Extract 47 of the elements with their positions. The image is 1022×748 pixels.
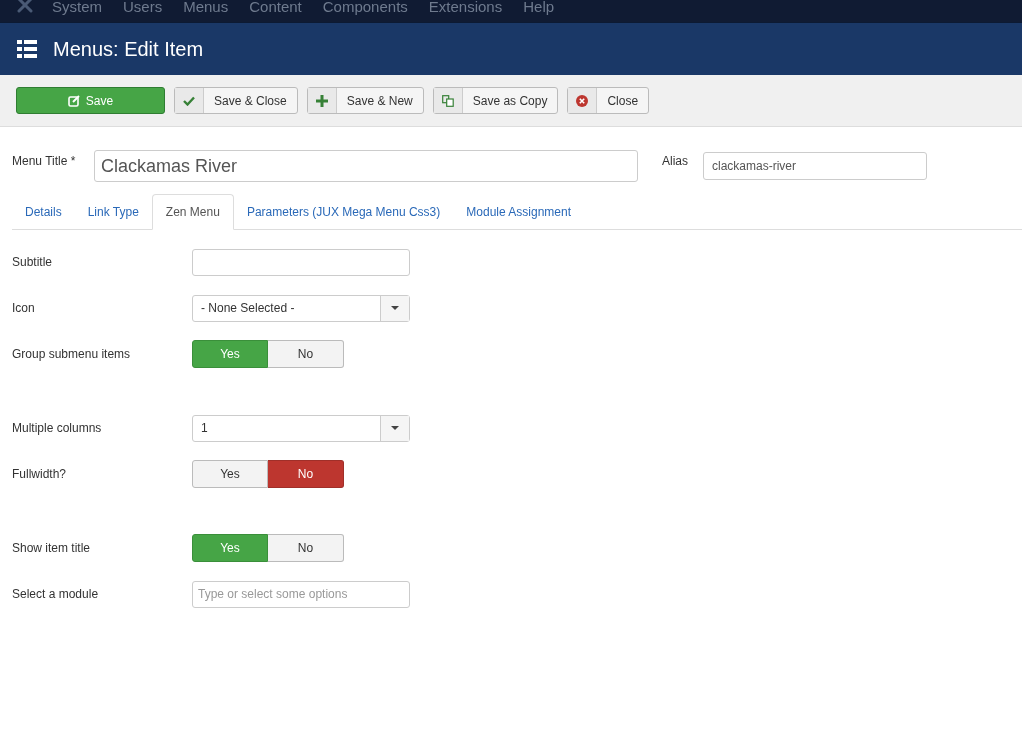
toolbar-button[interactable]: Close	[567, 87, 650, 114]
field-label: Alias	[662, 154, 689, 168]
field-label: Show item title	[12, 541, 92, 555]
page-title: Menus: Edit Item	[53, 37, 204, 61]
field-label: Select a module	[12, 587, 100, 601]
menu-item[interactable]: Content	[249, 0, 302, 14]
toggle-option[interactable]: Yes	[192, 340, 268, 368]
menu-item[interactable]: System	[52, 0, 102, 14]
menu-item[interactable]: Menus	[183, 0, 229, 14]
tab[interactable]: Link Type	[74, 195, 152, 229]
caret-icon	[391, 306, 399, 310]
caret-icon	[391, 426, 399, 430]
menu-item[interactable]: Help	[523, 0, 555, 14]
toggle-option[interactable]: No	[268, 340, 344, 368]
list-icon	[17, 40, 37, 58]
toggle-option[interactable]: Yes	[192, 460, 268, 488]
close-icon	[576, 94, 589, 107]
tab[interactable]: Parameters (JUX Mega Menu Css3)	[233, 195, 454, 229]
text-field[interactable]	[192, 248, 410, 276]
menu-item[interactable]: Extensions	[428, 0, 503, 14]
copy-icon	[441, 94, 454, 107]
select-dropdown[interactable]: 1	[192, 414, 410, 442]
field-label: Multiple columns	[12, 421, 103, 435]
toggle-option[interactable]: Yes	[192, 534, 268, 562]
tab[interactable]: Module Assignment	[453, 195, 584, 229]
toolbar-button[interactable]: Save & Close	[174, 87, 298, 114]
plus-icon	[315, 94, 328, 107]
field-label: Icon	[12, 301, 36, 315]
menu-title-field[interactable]: Clackamas River	[94, 150, 638, 182]
check-icon	[183, 95, 195, 106]
field-label: Group submenu items	[12, 347, 132, 361]
text-field[interactable]: Type or select some options	[192, 580, 410, 608]
toggle-option[interactable]: No	[268, 534, 344, 562]
menu-item[interactable]: Components	[322, 0, 408, 14]
field-label: Fullwidth?	[12, 467, 68, 481]
tab[interactable]: Details	[12, 195, 75, 229]
save-button[interactable]: Save	[16, 87, 165, 114]
toolbar-button[interactable]: Save as Copy	[432, 87, 559, 114]
edit-icon	[67, 94, 80, 107]
field-label: Menu Title *	[12, 154, 77, 168]
select-dropdown[interactable]: - None Selected -	[192, 294, 410, 322]
toggle-option[interactable]: No	[268, 460, 344, 488]
alias-field[interactable]: clackamas-river	[703, 152, 927, 180]
menu-item[interactable]: Users	[123, 0, 163, 14]
toolbar-button[interactable]: Save & New	[306, 87, 424, 114]
tab[interactable]: Zen Menu	[151, 194, 234, 230]
field-label: Subtitle	[12, 255, 54, 269]
